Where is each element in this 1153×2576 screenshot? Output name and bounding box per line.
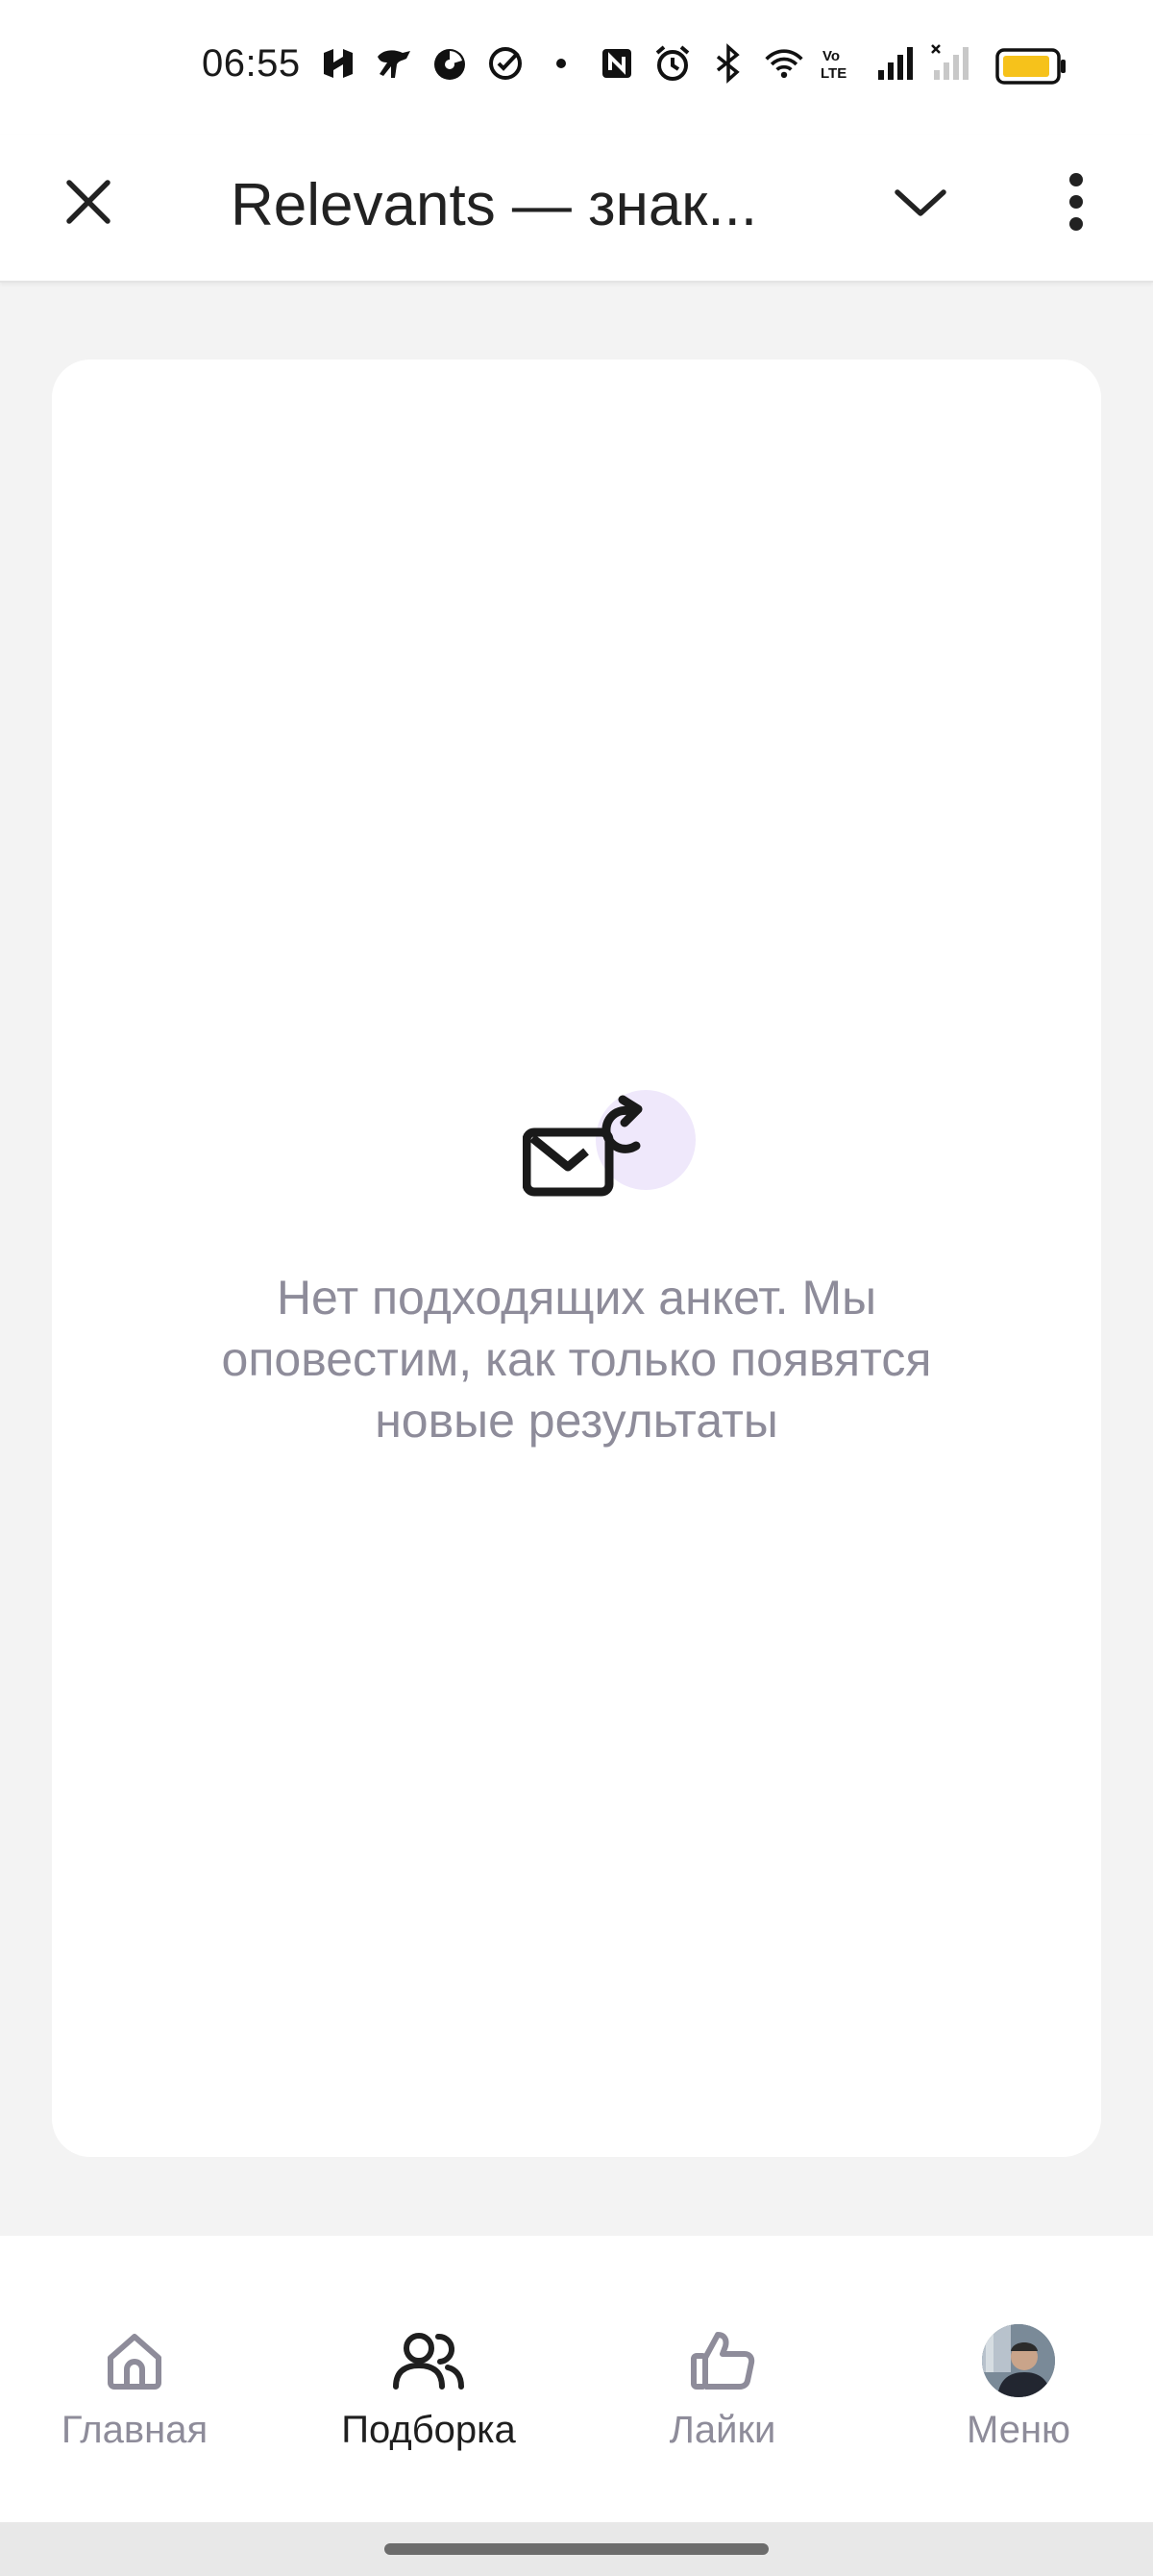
status-time: 06:55: [202, 42, 301, 85]
chevron-down-icon: [895, 189, 946, 216]
bottom-navigation: Главная Подборка Лайки Меню: [0, 2236, 1153, 2522]
status-bar: 06:55 Vo LTE: [0, 0, 1153, 135]
nav-likes[interactable]: Лайки: [607, 2322, 838, 2476]
alarm-icon: [651, 42, 694, 85]
avatar: [982, 2324, 1055, 2397]
title-dropdown-button[interactable]: [882, 163, 959, 240]
signal-icon: [874, 42, 917, 85]
more-options-button[interactable]: [1038, 163, 1115, 240]
nav-menu-label: Меню: [966, 2409, 1071, 2451]
nfc-icon: [596, 42, 638, 85]
status-icons: Vo LTE: [317, 40, 972, 87]
battery-icon: [995, 48, 1066, 85]
app-icon-2: [373, 42, 415, 85]
page-title: Relevants — знак...: [231, 172, 758, 238]
system-nav-bar: [0, 2522, 1153, 2576]
results-card: Нет подходящих анкет. Мы оповестим, как …: [52, 359, 1101, 2157]
thumbs-up-icon: [684, 2322, 761, 2399]
dot-icon: [540, 42, 582, 85]
more-vertical-icon: [1069, 173, 1083, 231]
volte-icon: Vo LTE: [819, 42, 861, 85]
nav-home[interactable]: Главная: [19, 2322, 250, 2476]
nav-home-label: Главная: [61, 2409, 209, 2451]
people-icon: [390, 2322, 467, 2399]
app-header: Relevants — знак...: [0, 135, 1153, 283]
app-icon-1: [317, 42, 359, 85]
avatar-wrap: [980, 2322, 1057, 2399]
close-icon: [66, 180, 110, 224]
check-circle-icon: [484, 42, 527, 85]
nav-menu[interactable]: Меню: [903, 2322, 1134, 2476]
svg-text:Vo: Vo: [822, 48, 840, 64]
nav-selection-label: Подборка: [341, 2409, 516, 2451]
signal-x-icon: [930, 42, 972, 85]
mail-refresh-icon: [523, 1090, 696, 1197]
home-icon: [96, 2322, 173, 2399]
empty-state-message: Нет подходящих анкет. Мы оповестим, как …: [221, 1271, 932, 1448]
close-button[interactable]: [50, 163, 127, 240]
nav-likes-label: Лайки: [669, 2409, 776, 2451]
nav-selection[interactable]: Подборка: [313, 2322, 544, 2476]
svg-text:LTE: LTE: [821, 65, 846, 82]
bluetooth-icon: [707, 42, 749, 85]
wifi-icon: [763, 42, 805, 85]
app-icon-3: [429, 42, 471, 85]
home-indicator[interactable]: [384, 2543, 769, 2555]
